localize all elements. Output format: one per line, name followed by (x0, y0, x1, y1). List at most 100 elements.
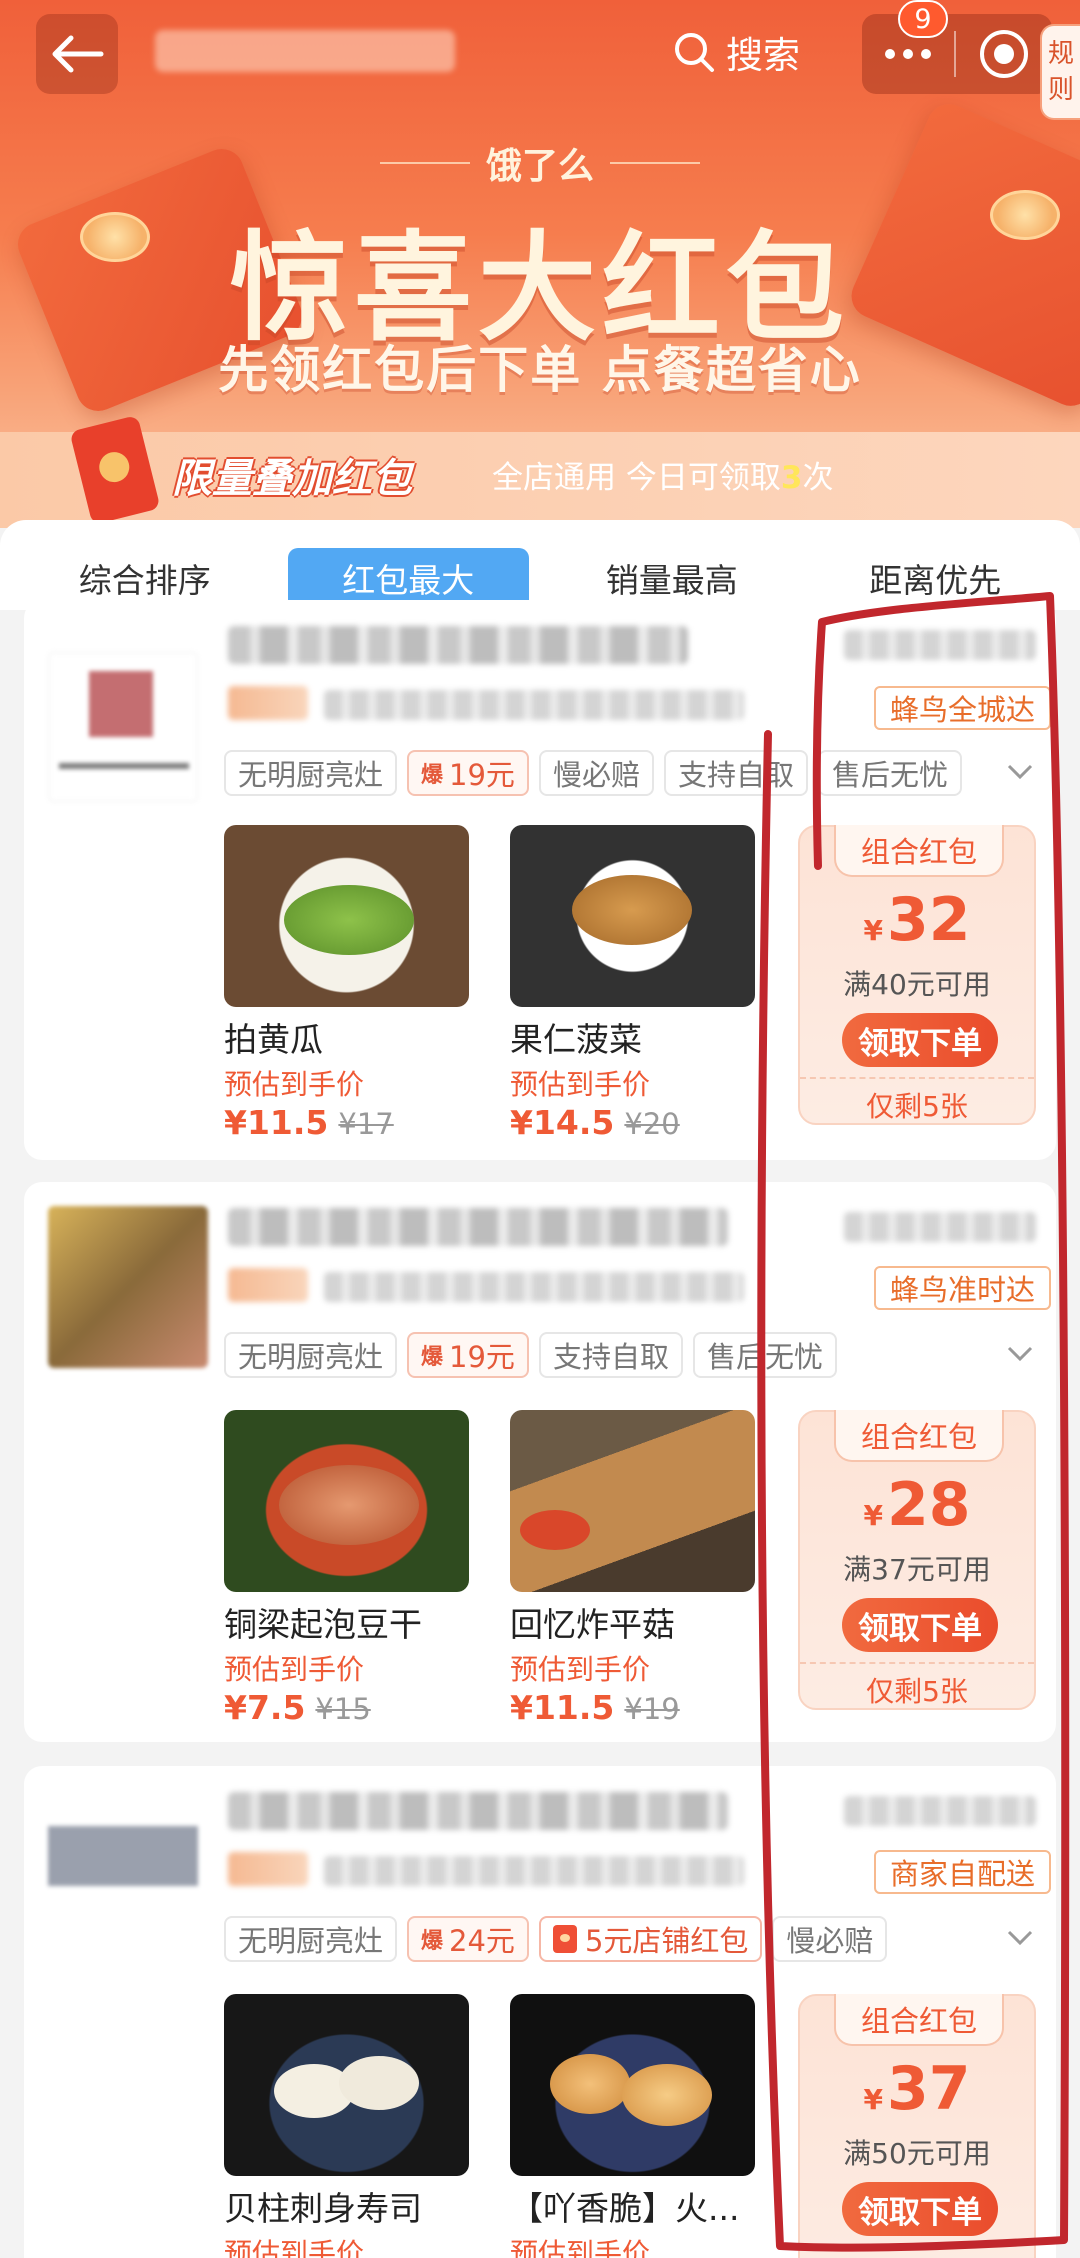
hot-mark: 爆 (421, 763, 444, 788)
dish-item[interactable]: 拍黄瓜 预估到手价 ¥11.5 ¥17 (224, 825, 469, 1142)
promo-title: 限量叠加红包 (172, 456, 412, 502)
shop-card[interactable]: 蜂鸟全城达 无明厨亮灶 爆 19元 慢必赔 支持自取 售后无忧 拍黄瓜 预估到手价… (24, 600, 1056, 1160)
miniprogram-capsule (862, 14, 1052, 94)
original-price: ¥20 (624, 1107, 680, 1141)
coupon-condition: 满50元可用 (843, 2137, 991, 2170)
combo-coupon-card[interactable]: 组合红包 ¥37 满50元可用 领取下单 (798, 1994, 1036, 2258)
tag-hot: 爆 24元 (407, 1916, 529, 1962)
coupon-condition: 满37元可用 (843, 1553, 991, 1586)
dish-photo (510, 825, 755, 1007)
dish-item[interactable]: 【吖香脆】火... 预估到手价 (510, 1994, 755, 2258)
tag-row: 无明厨亮灶 爆 24元 5元店铺红包 慢必赔 (224, 1916, 888, 1962)
dish-item[interactable]: 回忆炸平菇 预估到手价 ¥11.5 ¥19 (510, 1410, 755, 1727)
combo-coupon-card[interactable]: 组合红包 ¥32 满40元可用 领取下单 仅剩5张 (798, 825, 1036, 1125)
shop-card[interactable]: 蜂鸟准时达 无明厨亮灶 爆 19元 支持自取 售后无忧 铜梁起泡豆干 预估到手价 … (24, 1182, 1056, 1742)
dish-photo (224, 1994, 469, 2176)
tag: 慢必赔 (772, 1916, 888, 1962)
estimate-label: 预估到手价 (510, 1068, 651, 1101)
dish-photo (224, 825, 469, 1007)
estimate-label: 预估到手价 (224, 1653, 365, 1686)
brand-name: 饿了么 (485, 146, 594, 187)
dish-price: ¥11.5 (224, 1103, 329, 1142)
chevron-down-icon (1007, 764, 1033, 780)
dot-icon (885, 49, 895, 59)
back-button[interactable] (36, 14, 118, 94)
coupon-title: 组合红包 (834, 1994, 1004, 2046)
tag: 支持自取 (663, 750, 808, 796)
expand-chevron-button[interactable] (1002, 1336, 1038, 1372)
search-button[interactable]: 搜索 (672, 24, 800, 80)
estimate-label: 预估到手价 (224, 1068, 365, 1101)
claim-and-order-button[interactable]: 领取下单 (842, 2182, 998, 2236)
rules-button[interactable]: 规则 (1040, 24, 1080, 120)
original-price: ¥19 (624, 1692, 680, 1726)
record-circle-icon (980, 30, 1028, 78)
search-icon (675, 33, 714, 72)
dish-name: 拍黄瓜 (224, 1020, 323, 1059)
estimate-label: 预估到手价 (510, 2237, 651, 2258)
shop-name-redacted (228, 626, 688, 664)
page-title-redacted (155, 30, 455, 72)
chevron-down-icon (1007, 1346, 1033, 1362)
coupon-amount: ¥37 (863, 2054, 971, 2124)
tag: 无明厨亮灶 (224, 1332, 398, 1378)
shop-logo (48, 1206, 208, 1368)
dish-photo (510, 1994, 755, 2176)
coupon-title: 组合红包 (834, 1410, 1004, 1462)
tab-top-sales[interactable]: 销量最高 (551, 548, 793, 608)
dish-name: 果仁菠菜 (510, 1020, 642, 1059)
dish-name: 铜梁起泡豆干 (224, 1605, 422, 1644)
eleme-logo: 饿了么 (486, 137, 594, 189)
expand-chevron-button[interactable] (1002, 1920, 1038, 1956)
tab-largest-coupon[interactable]: 红包最大 (287, 548, 529, 608)
delivery-badge: 蜂鸟准时达 (874, 1266, 1052, 1310)
coupon-amount: ¥32 (863, 885, 971, 955)
close-miniprogram-button[interactable] (956, 27, 1052, 81)
dish-photo (510, 1410, 755, 1592)
tab-distance[interactable]: 距离优先 (814, 548, 1056, 608)
coupon-remaining: 仅剩5张 (866, 1675, 968, 1708)
tag: 支持自取 (538, 1332, 683, 1378)
coupon-amount: ¥28 (863, 1470, 971, 1540)
coupon-icon (552, 1925, 577, 1953)
claim-and-order-button[interactable]: 领取下单 (842, 1013, 998, 1067)
distance-redacted (844, 630, 1036, 660)
dish-item[interactable]: 铜梁起泡豆干 预估到手价 ¥7.5 ¥15 (224, 1410, 469, 1727)
dot-icon (921, 49, 931, 59)
tag: 售后无忧 (817, 750, 962, 796)
shop-logo (48, 652, 198, 802)
brand-row: 饿了么 (0, 138, 1080, 188)
back-arrow-icon (52, 35, 104, 73)
tab-comprehensive[interactable]: 综合排序 (24, 548, 266, 608)
original-price: ¥15 (315, 1692, 371, 1726)
delivery-badge: 蜂鸟全城达 (874, 686, 1052, 730)
dish-item[interactable]: 贝柱刺身寿司 预估到手价 (224, 1994, 469, 2258)
tag: 无明厨亮灶 (224, 1916, 398, 1962)
estimate-label: 预估到手价 (510, 1653, 651, 1686)
hot-mark: 爆 (421, 1345, 444, 1370)
tag-hot: 爆 19元 (407, 750, 529, 796)
tag-hot: 爆 19元 (407, 1332, 529, 1378)
coupon-title: 组合红包 (834, 825, 1004, 877)
original-price: ¥17 (338, 1107, 394, 1141)
rating-redacted (228, 686, 308, 720)
coupon-condition: 满40元可用 (843, 968, 991, 1001)
dot-icon (903, 49, 913, 59)
dish-name: 回忆炸平菇 (510, 1605, 675, 1644)
claim-and-order-button[interactable]: 领取下单 (842, 1598, 998, 1652)
shop-name-redacted (228, 1208, 728, 1246)
shop-info-redacted (324, 1272, 744, 1302)
sort-tabs: 综合排序 红包最大 销量最高 距离优先 (0, 520, 1080, 610)
shop-logo (48, 1802, 198, 1922)
tag: 慢必赔 (538, 750, 654, 796)
shop-info-redacted (324, 690, 744, 720)
expand-chevron-button[interactable] (1002, 754, 1038, 790)
shop-card[interactable]: 商家自配送 无明厨亮灶 爆 24元 5元店铺红包 慢必赔 贝柱刺身寿司 预估到手价… (24, 1766, 1056, 2258)
rating-redacted (228, 1852, 308, 1886)
shop-name-redacted (228, 1792, 728, 1830)
dish-item[interactable]: 果仁菠菜 预估到手价 ¥14.5 ¥20 (510, 825, 755, 1142)
combo-coupon-card[interactable]: 组合红包 ¥28 满37元可用 领取下单 仅剩5张 (798, 1410, 1036, 1710)
tag-shop-coupon: 5元店铺红包 (538, 1916, 763, 1962)
rating-redacted (228, 1268, 308, 1302)
message-count-badge: 9 (898, 0, 948, 38)
